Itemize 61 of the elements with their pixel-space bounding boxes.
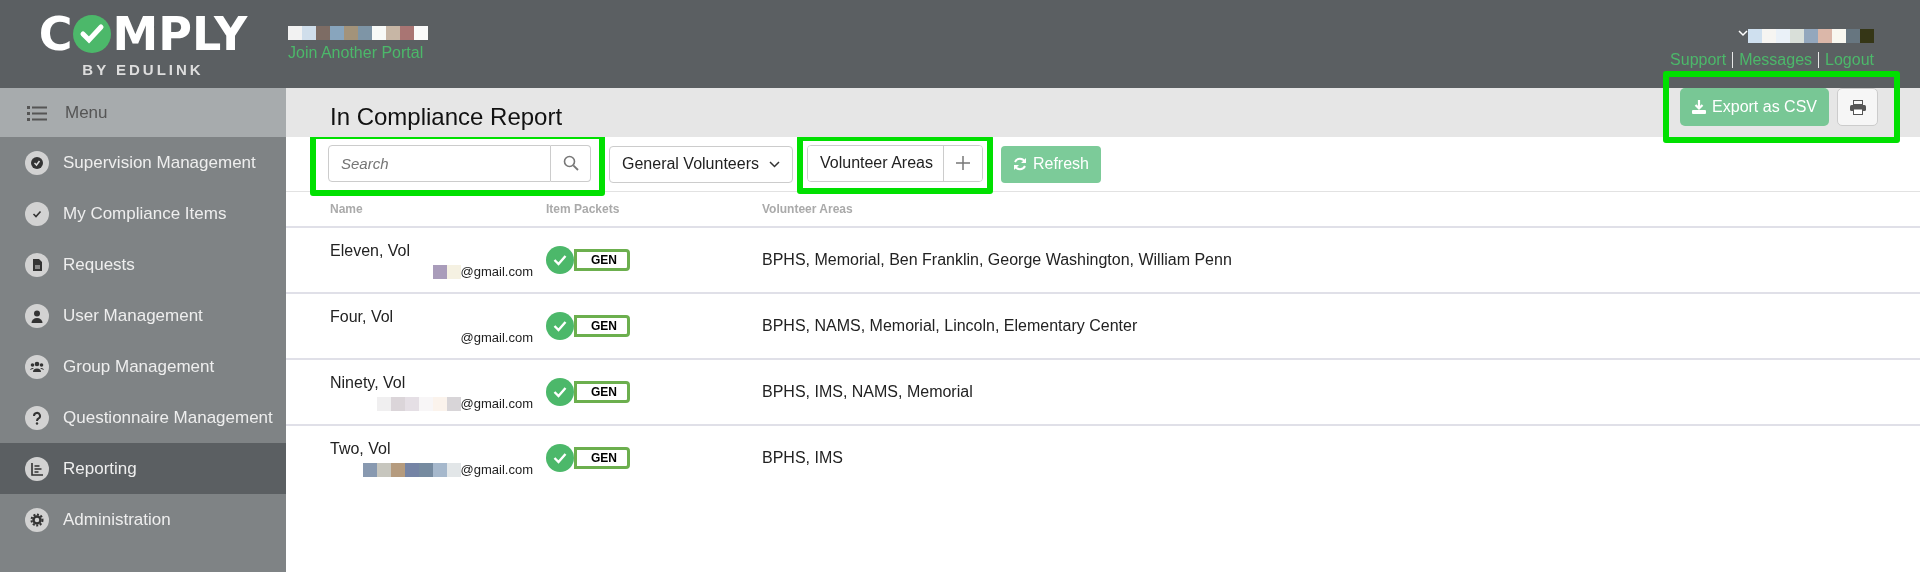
column-header: Item Packets — [546, 201, 621, 218]
sidebar-item[interactable]: Questionnaire Management — [0, 392, 286, 443]
plus-icon — [955, 156, 970, 170]
pixelated-block — [432, 264, 461, 279]
search-icon — [562, 155, 579, 171]
header-link[interactable]: Messages — [1739, 51, 1813, 69]
group-dropdown[interactable]: General Volunteers — [609, 145, 793, 183]
packet-tag[interactable]: GEN — [574, 315, 630, 337]
gear-icon — [25, 507, 49, 532]
packet-tag[interactable]: GEN — [574, 447, 630, 469]
page-title: In Compliance Report — [330, 103, 563, 131]
sidebar-item[interactable]: Group Management — [0, 341, 286, 392]
sidebar-item[interactable]: Supervision Management — [0, 137, 286, 188]
packet-tag[interactable]: GEN — [574, 249, 630, 271]
check-circle-icon — [25, 150, 49, 175]
export-button[interactable]: Export as CSV — [1680, 88, 1829, 126]
volunteer-email: @gmail.com — [460, 395, 533, 411]
check-badge-icon — [72, 13, 113, 54]
check-icon — [25, 201, 49, 226]
refresh-icon — [1012, 157, 1027, 171]
header-link[interactable]: Support — [1670, 51, 1727, 69]
volunteer-email: @gmail.com — [460, 461, 533, 477]
search-field[interactable]: Search — [328, 144, 551, 182]
list-icon[interactable] — [27, 104, 47, 121]
document-icon — [25, 252, 49, 277]
users-icon — [25, 354, 49, 379]
logo-text: C — [38, 10, 73, 57]
join-portal-link[interactable]: Join Another Portal — [288, 44, 428, 62]
sidebar-item[interactable]: Requests — [0, 239, 286, 290]
download-icon — [1692, 100, 1707, 114]
volunteer-name: Ninety, Vol — [330, 373, 407, 392]
volunteer-email: @gmail.com — [460, 263, 533, 279]
chart-icon — [25, 456, 49, 481]
logo-tagline: BY EDULINK — [82, 60, 204, 78]
question-icon — [25, 405, 49, 430]
packet-tag[interactable]: GEN — [574, 381, 630, 403]
volunteer-name: Four, Vol — [330, 307, 395, 326]
chevron-down-icon[interactable] — [1738, 29, 1748, 37]
refresh-button[interactable]: Refresh — [1000, 145, 1101, 183]
search-button[interactable] — [551, 144, 591, 182]
volunteer-email: @gmail.com — [460, 329, 533, 345]
volunteer-name: Eleven, Vol — [330, 241, 412, 260]
print-button[interactable] — [1837, 88, 1878, 126]
volunteer-areas: BPHS, IMS — [762, 449, 843, 467]
sidebar-item[interactable]: Reporting — [0, 443, 286, 494]
printer-icon — [1849, 99, 1866, 115]
sidebar-item[interactable]: My Compliance Items — [0, 188, 286, 239]
sidebar-item[interactable]: User Management — [0, 290, 286, 341]
sidebar-item[interactable]: Administration — [0, 494, 286, 545]
volunteer-name: Two, Vol — [330, 439, 392, 458]
header-link[interactable]: Logout — [1825, 51, 1874, 69]
volunteer-areas: BPHS, Memorial, Ben Franklin, George Washington, William Penn — [762, 251, 1232, 269]
volunteer-areas: BPHS, NAMS, Memorial, Lincoln, Elementary Center — [762, 317, 1138, 335]
add-button[interactable] — [942, 145, 982, 181]
menu-label: Menu — [65, 102, 108, 123]
logo-text: MPLY — [112, 10, 248, 57]
chevron-down-icon — [769, 160, 780, 168]
volunteer-areas: BPHS, IMS, NAMS, Memorial — [762, 383, 973, 401]
column-header: Volunteer Areas — [762, 201, 854, 218]
column-header: Name — [330, 201, 364, 218]
user-icon — [25, 303, 49, 328]
